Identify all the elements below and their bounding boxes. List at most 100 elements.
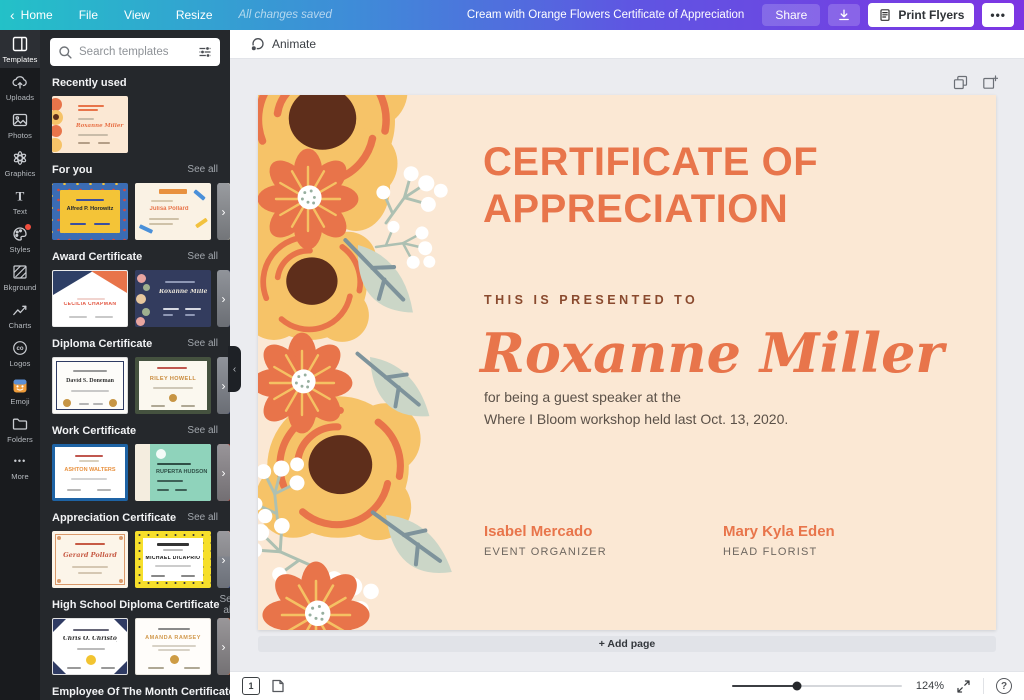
sidebar-item-charts[interactable]: Charts: [0, 296, 40, 334]
animate-button[interactable]: Animate: [244, 33, 322, 56]
see-all-link[interactable]: See all: [187, 512, 218, 523]
search-bar: [50, 38, 220, 66]
sidebar-item-graphics[interactable]: Graphics: [0, 144, 40, 182]
download-button[interactable]: [828, 4, 860, 26]
template-thumb[interactable]: AMANDA RAMSEY: [135, 618, 211, 675]
document-title[interactable]: Cream with Orange Flowers Certificate of…: [467, 9, 744, 21]
section-title: High School Diploma Certificate: [52, 599, 219, 611]
add-page-button[interactable]: + Add page: [258, 636, 996, 652]
template-thumb[interactable]: Gerard Pollard: [52, 531, 128, 588]
svg-text:co: co: [16, 346, 23, 352]
scroll-right-button[interactable]: ›: [217, 444, 230, 501]
share-button[interactable]: Share: [762, 4, 820, 26]
canvas-area: Animate: [230, 30, 1024, 700]
file-menu[interactable]: File: [79, 8, 98, 22]
sidebar-item-more[interactable]: ••• More: [0, 448, 40, 485]
sidebar-item-styles[interactable]: Styles: [0, 220, 40, 258]
section-title-recently-used: Recently used: [52, 77, 127, 89]
uploads-icon: [11, 73, 29, 91]
see-all-link[interactable]: See all: [187, 338, 218, 349]
certificate-page[interactable]: CERTIFICATE OF APPRECIATION THIS IS PRES…: [258, 95, 996, 630]
search-input[interactable]: [79, 46, 192, 58]
template-thumb[interactable]: Roxanne Miller: [135, 270, 211, 327]
graphics-icon: [11, 149, 29, 167]
logos-icon: co: [11, 339, 29, 357]
certificate-body-text[interactable]: for being a guest speaker at the Where I…: [484, 387, 788, 430]
save-status: All changes saved: [239, 9, 332, 21]
search-icon: [58, 45, 73, 60]
sidebar-item-templates[interactable]: Templates: [0, 30, 40, 68]
scroll-right-button[interactable]: ›: [217, 618, 230, 675]
divider: [983, 678, 984, 694]
zoom-slider-knob[interactable]: [792, 682, 801, 691]
svg-text:T: T: [16, 189, 25, 204]
certificate-presented-label[interactable]: THIS IS PRESENTED TO: [484, 293, 698, 307]
sidebar-item-text[interactable]: T Text: [0, 182, 40, 220]
templates-panel: Recently used Roxanne Miller For you See …: [40, 30, 230, 700]
section-title: Work Certificate: [52, 425, 136, 437]
background-icon: [11, 263, 29, 281]
text-icon: T: [11, 187, 29, 205]
template-thumb[interactable]: David S. Doneman: [52, 357, 128, 414]
template-thumb[interactable]: Alfred P. Horowitz: [52, 183, 128, 240]
template-thumb[interactable]: MICHAEL DICAPRIO: [135, 531, 211, 588]
template-thumb[interactable]: CECILIA CHAPMAN: [52, 270, 128, 327]
duplicate-page-button[interactable]: [953, 75, 968, 90]
see-all-link[interactable]: See all: [187, 251, 218, 262]
panel-collapse-handle[interactable]: ‹: [228, 346, 241, 392]
see-all-link[interactable]: See all: [219, 594, 230, 616]
template-thumb[interactable]: Julisa Pollard: [135, 183, 211, 240]
signature-block-1[interactable]: Isabel Mercado EVENT ORGANIZER: [484, 523, 607, 558]
sidebar-item-background[interactable]: Bkground: [0, 258, 40, 296]
sidebar-item-emoji[interactable]: Emoji: [0, 372, 40, 410]
section-title: Employee Of The Month Certificate: [52, 686, 230, 698]
template-row: Chris O. Christoferson AMANDA RAMSEY ›: [40, 618, 230, 675]
sidebar-item-photos[interactable]: Photos: [0, 106, 40, 144]
download-icon: [837, 8, 851, 22]
page-1-button[interactable]: 1: [242, 677, 260, 695]
print-icon: [878, 8, 892, 22]
scroll-right-button[interactable]: ›: [217, 183, 230, 240]
template-row: ASHTON WALTERS RUPERTA HUDSON ›: [40, 444, 230, 501]
template-thumb[interactable]: RUPERTA HUDSON: [135, 444, 211, 501]
section-title: Diploma Certificate: [52, 338, 152, 350]
see-all-link[interactable]: See all: [187, 425, 218, 436]
view-menu[interactable]: View: [124, 8, 150, 22]
sidebar-item-folders[interactable]: Folders: [0, 410, 40, 448]
add-page-icon: [982, 75, 998, 90]
zoom-slider[interactable]: [732, 679, 902, 693]
template-row: CECILIA CHAPMAN Roxanne Miller ›: [40, 270, 230, 327]
floral-border-graphic: [258, 95, 470, 630]
more-options-button[interactable]: •••: [982, 3, 1014, 27]
charts-icon: [11, 301, 29, 319]
sidebar-item-uploads[interactable]: Uploads: [0, 68, 40, 106]
section-title: Appreciation Certificate: [52, 512, 176, 524]
scroll-right-button[interactable]: ›: [217, 270, 230, 327]
template-thumb[interactable]: Chris O. Christoferson: [52, 618, 128, 675]
filter-icon[interactable]: [198, 45, 212, 59]
back-chevron-icon: ‹: [10, 8, 15, 22]
side-rail: Templates Uploads Photos Graphics T Text…: [0, 30, 40, 700]
signature-block-2[interactable]: Mary Kyla Eden HEAD FLORIST: [723, 523, 835, 558]
add-page-icon-button[interactable]: [982, 75, 998, 90]
section-title: For you: [52, 164, 92, 176]
scroll-right-button[interactable]: ›: [217, 531, 230, 588]
certificate-recipient-name[interactable]: Roxanne Miller: [480, 321, 944, 385]
home-button[interactable]: ‹Home: [10, 8, 53, 22]
print-button[interactable]: Print Flyers: [868, 3, 974, 27]
template-thumb[interactable]: RILEY HOWELL: [135, 357, 211, 414]
resize-menu[interactable]: Resize: [176, 8, 213, 22]
top-bar: ‹Home File View Resize All changes saved…: [0, 0, 1024, 30]
notes-button[interactable]: [270, 678, 286, 694]
template-row: Gerard Pollard MICHAEL DICAPRIO ›: [40, 531, 230, 588]
styles-new-badge: [25, 224, 31, 230]
duplicate-icon: [953, 75, 968, 90]
fullscreen-button[interactable]: [956, 679, 971, 694]
certificate-title[interactable]: CERTIFICATE OF APPRECIATION: [483, 139, 873, 233]
help-button[interactable]: ?: [996, 678, 1012, 694]
context-toolbar: Animate: [230, 30, 1024, 59]
template-thumb[interactable]: ASHTON WALTERS: [52, 444, 128, 501]
see-all-link[interactable]: See all: [187, 164, 218, 175]
template-thumb-cream-floral[interactable]: Roxanne Miller: [52, 96, 128, 153]
sidebar-item-logos[interactable]: co Logos: [0, 334, 40, 372]
